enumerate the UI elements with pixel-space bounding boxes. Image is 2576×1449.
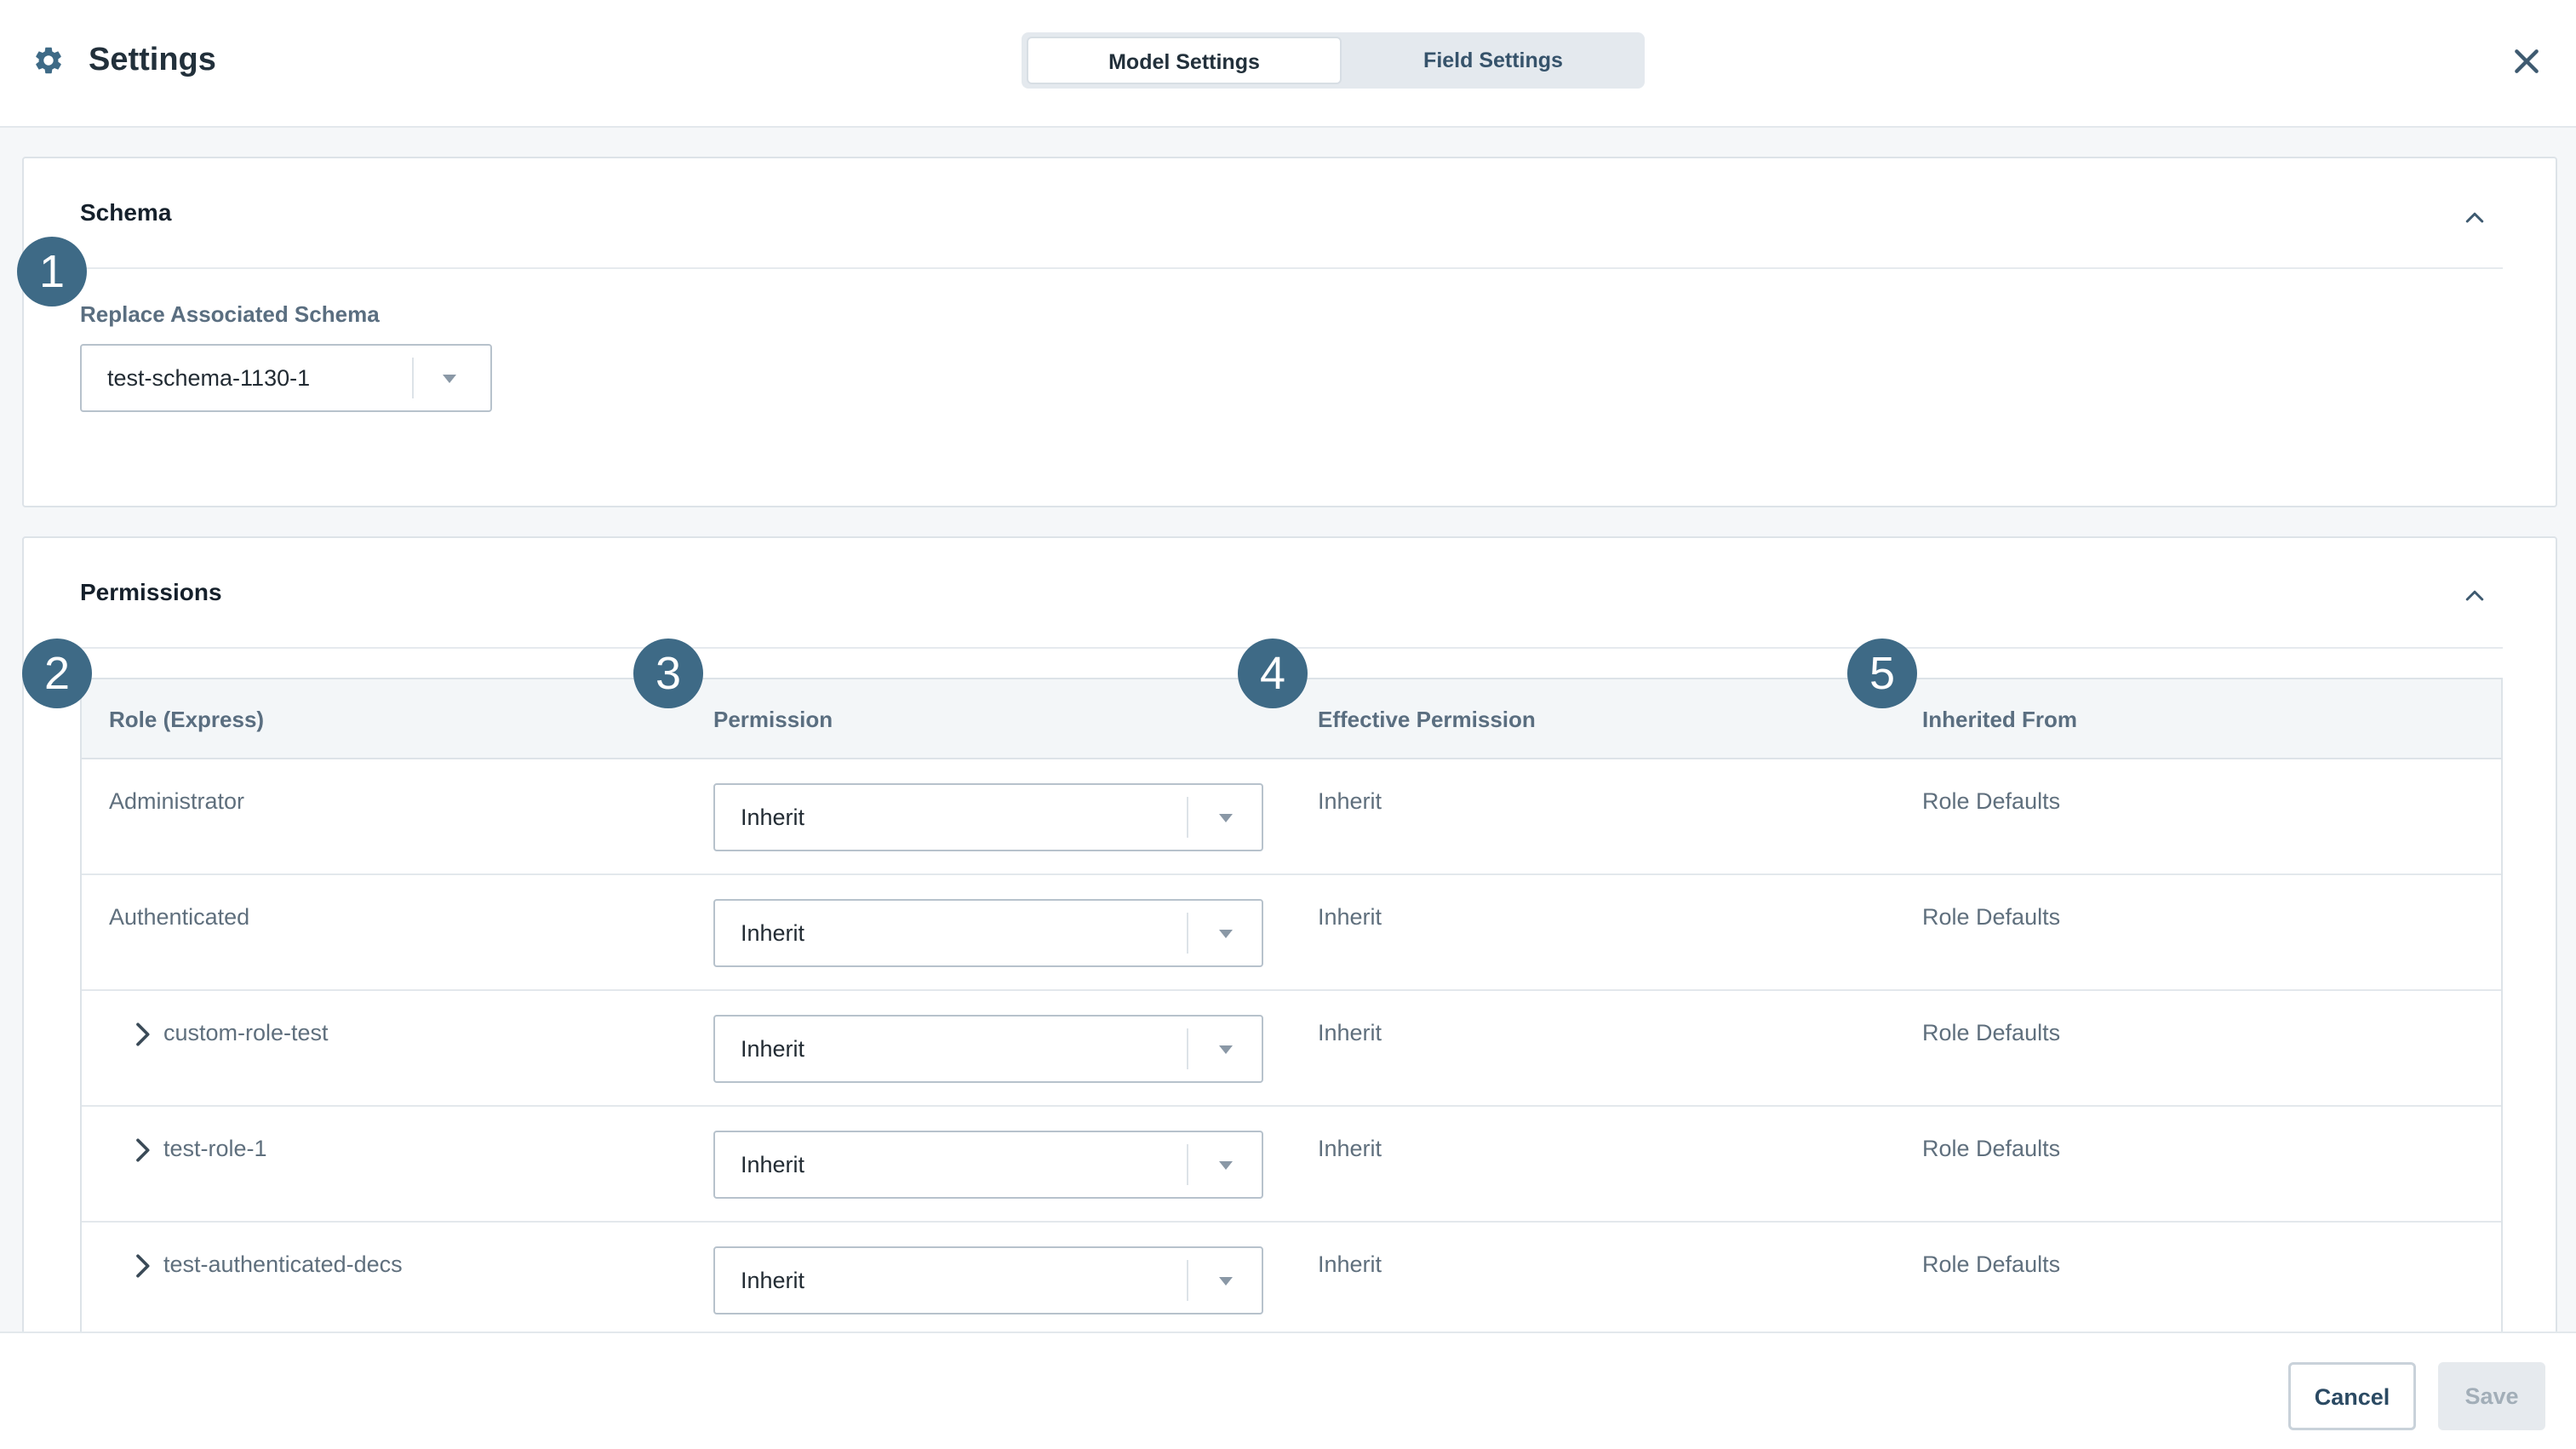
- inherited-from: Role Defaults: [1922, 904, 2061, 930]
- column-header-permission: Permission: [713, 707, 833, 732]
- select-separator: [1187, 797, 1188, 838]
- chevron-right-icon[interactable]: [133, 1137, 152, 1163]
- schema-select[interactable]: test-schema-1130-1: [80, 344, 492, 412]
- callout-badge-1: 1: [17, 237, 87, 306]
- permission-select-value: Inherit: [741, 1036, 805, 1062]
- select-separator: [1187, 1028, 1188, 1069]
- permission-select[interactable]: Inherit: [713, 783, 1263, 851]
- permission-select[interactable]: Inherit: [713, 899, 1263, 967]
- permission-select-value: Inherit: [741, 805, 805, 830]
- permission-select-value: Inherit: [741, 1268, 805, 1293]
- settings-header: Settings Model Settings Field Settings: [0, 0, 2576, 128]
- caret-down-icon: [1219, 814, 1233, 822]
- select-separator: [412, 358, 414, 398]
- caret-down-icon: [1219, 1045, 1233, 1054]
- chevron-right-icon[interactable]: [133, 1022, 152, 1047]
- schema-divider: [80, 267, 2503, 269]
- select-separator: [1187, 913, 1188, 954]
- role-name: test-authenticated-decs: [163, 1251, 403, 1277]
- save-button[interactable]: Save: [2438, 1362, 2545, 1430]
- inherited-from: Role Defaults: [1922, 1136, 2061, 1161]
- effective-permission: Inherit: [1318, 788, 1382, 814]
- role-name: custom-role-test: [163, 1020, 329, 1045]
- inherited-from: Role Defaults: [1922, 1020, 2061, 1045]
- permission-select-value: Inherit: [741, 1152, 805, 1177]
- select-separator: [1187, 1260, 1188, 1301]
- caret-down-icon: [1219, 1161, 1233, 1170]
- column-header-effective-permission: Effective Permission: [1318, 707, 1536, 732]
- tab-field-settings[interactable]: Field Settings: [1347, 37, 1640, 84]
- chevron-up-icon[interactable]: [2462, 586, 2487, 604]
- schema-select-value: test-schema-1130-1: [107, 365, 311, 391]
- permissions-table: Role (Express) Permission Effective Perm…: [80, 678, 2503, 1393]
- effective-permission: Inherit: [1318, 904, 1382, 930]
- permissions-panel-title: Permissions: [80, 579, 222, 605]
- table-row: custom-role-test Inherit Inherit Role De…: [82, 991, 2501, 1107]
- callout-badge-5: 5: [1847, 639, 1917, 708]
- cancel-button[interactable]: Cancel: [2288, 1362, 2416, 1430]
- inherited-from: Role Defaults: [1922, 1251, 2061, 1277]
- role-name: Administrator: [109, 788, 245, 814]
- chevron-right-icon[interactable]: [133, 1253, 152, 1279]
- callout-badge-4: 4: [1238, 639, 1308, 708]
- permission-select[interactable]: Inherit: [713, 1246, 1263, 1314]
- schema-panel: Schema Replace Associated Schema test-sc…: [22, 157, 2557, 507]
- caret-down-icon: [1219, 930, 1233, 938]
- effective-permission: Inherit: [1318, 1136, 1382, 1161]
- page-title: Settings: [89, 42, 216, 77]
- table-row: Administrator Inherit Inherit Role Defau…: [82, 759, 2501, 875]
- table-row: Authenticated Inherit Inherit Role Defau…: [82, 875, 2501, 991]
- role-name: Authenticated: [109, 904, 250, 930]
- schema-panel-title: Schema: [80, 199, 172, 226]
- permission-select-value: Inherit: [741, 920, 805, 946]
- gear-icon: [36, 47, 61, 74]
- callout-badge-3: 3: [633, 639, 703, 708]
- chevron-up-icon[interactable]: [2462, 208, 2487, 226]
- dialog-footer: Cancel Save: [0, 1332, 2576, 1449]
- table-row: test-authenticated-decs Inherit Inherit …: [82, 1223, 2501, 1338]
- close-icon[interactable]: [2510, 44, 2544, 78]
- table-row: test-role-1 Inherit Inherit Role Default…: [82, 1107, 2501, 1223]
- effective-permission: Inherit: [1318, 1251, 1382, 1277]
- permission-select[interactable]: Inherit: [713, 1015, 1263, 1083]
- column-header-inherited-from: Inherited From: [1922, 707, 2078, 732]
- permission-select[interactable]: Inherit: [713, 1131, 1263, 1199]
- effective-permission: Inherit: [1318, 1020, 1382, 1045]
- settings-tab-switcher: Model Settings Field Settings: [1022, 32, 1645, 89]
- callout-badge-2: 2: [22, 639, 92, 708]
- column-header-role: Role (Express): [109, 707, 265, 732]
- caret-down-icon: [1219, 1277, 1233, 1286]
- replace-schema-label: Replace Associated Schema: [80, 301, 380, 327]
- tab-model-settings[interactable]: Model Settings: [1027, 37, 1342, 84]
- caret-down-icon: [443, 375, 456, 383]
- select-separator: [1187, 1144, 1188, 1185]
- inherited-from: Role Defaults: [1922, 788, 2061, 814]
- role-name: test-role-1: [163, 1136, 267, 1161]
